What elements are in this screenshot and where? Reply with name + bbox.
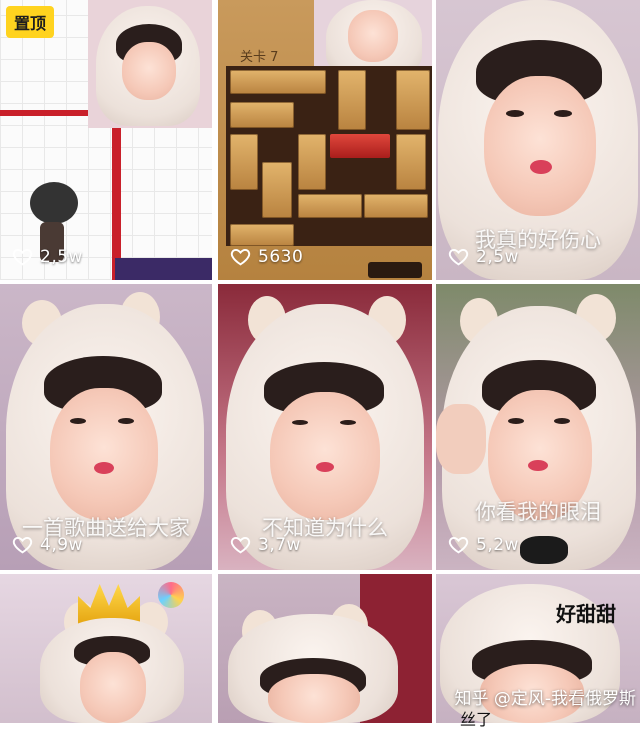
like-count: 2,5w [448, 246, 519, 267]
like-count-text: 5,2w [476, 534, 519, 555]
heart-outline-icon [230, 536, 251, 554]
video-tile-8[interactable] [218, 574, 432, 723]
like-count: 4,9w [12, 534, 83, 555]
video-tile-6[interactable]: 你看我的眼泪 5,2w [436, 284, 640, 570]
heart-outline-icon [448, 536, 469, 554]
like-count-text: 5630 [258, 246, 304, 267]
game-level-label: 关卡 7 [240, 50, 279, 65]
like-count-text [0, 574, 212, 723]
like-count: 5,2w [448, 534, 519, 555]
video-caption: 好甜甜 [556, 602, 616, 626]
video-tile-1[interactable]: 置顶 2,5w [0, 0, 212, 280]
video-tile-2[interactable]: 关卡 7 5630 [218, 0, 432, 280]
pinned-badge: 置顶 [6, 6, 55, 38]
like-count-text: 4,9w [40, 534, 83, 555]
video-tile-4[interactable]: 一首歌曲送给大家 4,9w [0, 284, 212, 570]
like-count-text: 2,5w [40, 246, 83, 267]
like-count-text: 3,7w [258, 534, 301, 555]
video-tile-7[interactable] [0, 574, 212, 723]
like-count: 5630 [230, 246, 303, 267]
heart-outline-icon [12, 536, 33, 554]
video-tile-5[interactable]: 不知道为什么 3,7w [218, 284, 432, 570]
like-count: 2,5w [12, 246, 83, 267]
heart-outline-icon [448, 248, 469, 266]
video-grid: 置顶 2,5w 关卡 7 5630 我真的好伤心 2,5w 一首歌曲送给大家 4… [0, 0, 640, 729]
watermark-sub-text: 丝了 [460, 710, 493, 729]
like-count-text: 2,5w [476, 246, 519, 267]
heart-outline-icon [230, 248, 251, 266]
heart-outline-icon [12, 248, 33, 266]
video-tile-3[interactable]: 我真的好伤心 2,5w [436, 0, 640, 280]
like-count-text [218, 574, 432, 723]
like-count: 3,7w [230, 534, 301, 555]
video-caption: 你看我的眼泪 [475, 500, 601, 524]
